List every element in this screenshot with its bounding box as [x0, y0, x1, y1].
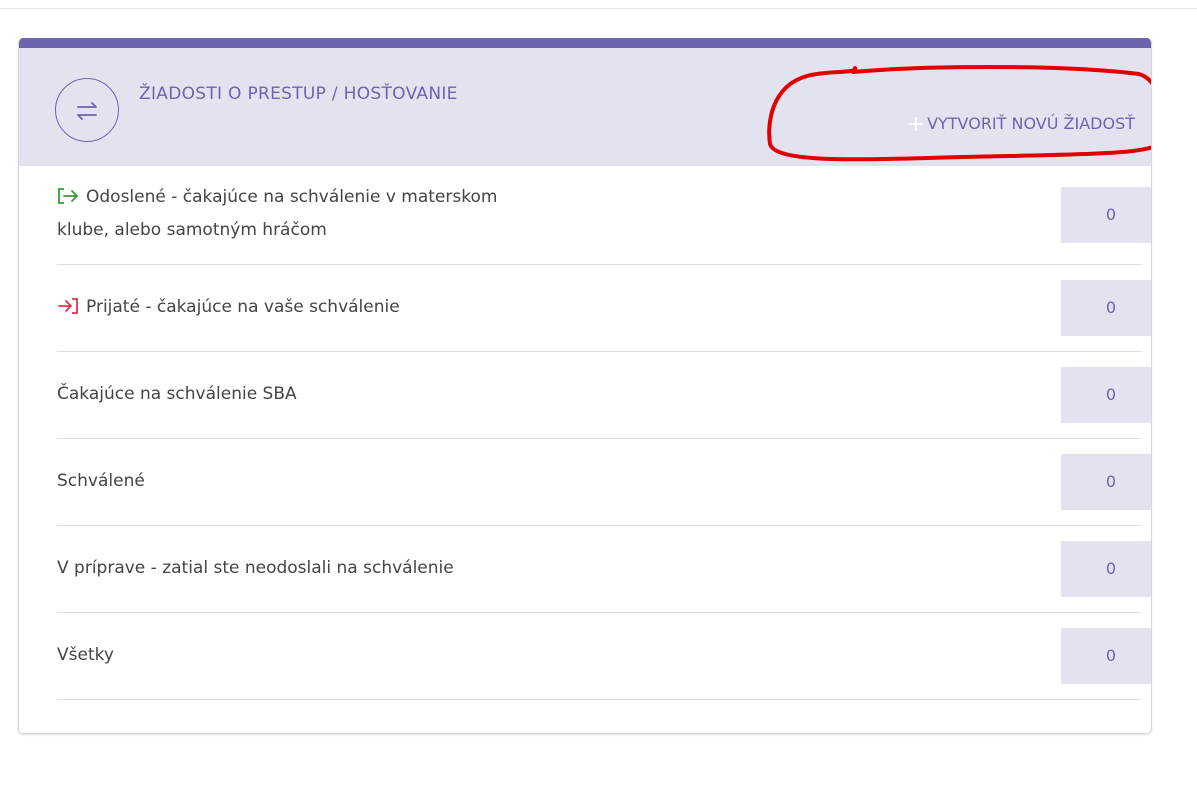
count-badge[interactable]: 0 [1061, 187, 1151, 243]
list-item-label: Čakajúce na schválenie SBA [57, 384, 297, 404]
list-item-all[interactable]: Všetky 0 [57, 613, 1151, 700]
incoming-icon [57, 295, 79, 325]
count-badge[interactable]: 0 [1061, 280, 1151, 336]
list-item-received[interactable]: Prijaté - čakajúce na vaše schválenie 0 [57, 265, 1151, 352]
list-item-draft[interactable]: V príprave - zatial ste neodoslali na sc… [57, 526, 1151, 613]
count-badge[interactable]: 0 [1061, 541, 1151, 597]
list-item-label: Všetky [57, 645, 114, 665]
card-title: ŽIADOSTI O PRESTUP / HOSŤOVANIE [139, 84, 458, 104]
top-divider [0, 8, 1197, 9]
card-header: ŽIADOSTI O PRESTUP / HOSŤOVANIE + VYTVORI… [19, 48, 1151, 166]
create-request-label: VYTVORIŤ NOVÚ ŽIADOSŤ [927, 114, 1135, 133]
card-accent-bar [19, 38, 1151, 48]
list-item-label: Odoslené - čakajúce na schválenie v mate… [86, 187, 498, 207]
list-item-label: V príprave - zatial ste neodoslali na sc… [57, 558, 454, 578]
transfer-requests-card: ŽIADOSTI O PRESTUP / HOSŤOVANIE + VYTVORI… [18, 38, 1152, 734]
list-item-approved[interactable]: Schválené 0 [57, 439, 1151, 526]
count-badge[interactable]: 0 [1061, 628, 1151, 684]
outgoing-icon [57, 185, 79, 215]
list-item-label: Schválené [57, 471, 145, 491]
list-item-label: Prijaté - čakajúce na vaše schválenie [86, 297, 400, 317]
plus-icon: + [906, 112, 926, 137]
count-badge[interactable]: 0 [1061, 454, 1151, 510]
transfer-icon [55, 78, 119, 142]
list-item-sent[interactable]: Odoslené - čakajúce na schválenie v mate… [57, 166, 1151, 265]
count-badge[interactable]: 0 [1061, 367, 1151, 423]
list-item-sba[interactable]: Čakajúce na schválenie SBA 0 [57, 352, 1151, 439]
create-request-button[interactable]: + VYTVORIŤ NOVÚ ŽIADOSŤ [907, 112, 1135, 137]
list-item-label-line2: klube, alebo samotným hráčom [57, 220, 327, 240]
